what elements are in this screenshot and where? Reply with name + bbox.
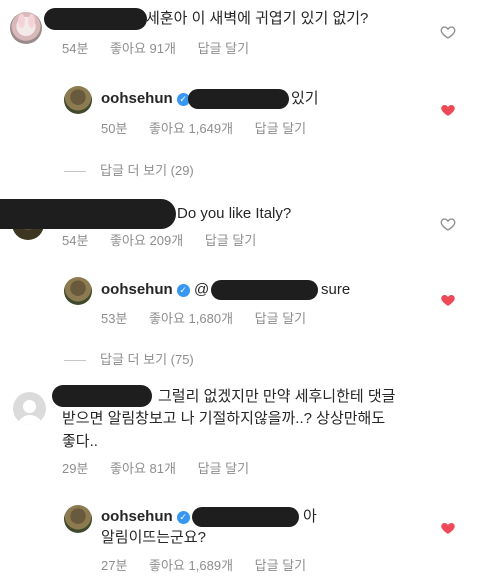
divider-line — [64, 360, 86, 362]
redacted-mention — [192, 507, 299, 527]
reply-time: 50분 — [101, 121, 128, 136]
comment-meta: 54분 좋아요 91개 답글 달기 — [62, 38, 267, 57]
default-avatar-icon[interactable] — [13, 392, 46, 425]
sehun-avatar[interactable] — [64, 86, 92, 114]
reply-time: 27분 — [101, 558, 128, 573]
reply-button[interactable]: 답글 달기 — [255, 121, 306, 136]
reply-button[interactable]: 답글 달기 — [205, 233, 256, 248]
reply-username[interactable]: oohsehun ✓ — [101, 88, 190, 109]
reply-button[interactable]: 답글 달기 — [255, 558, 306, 573]
reply-meta: 27분 좋아요 1,689개 답글 달기 — [101, 555, 324, 574]
commenter-avatar[interactable] — [10, 12, 42, 44]
reply-time: 53분 — [101, 311, 128, 326]
comment-likes[interactable]: 좋아요 91개 — [110, 41, 176, 56]
verified-badge-icon: ✓ — [176, 511, 190, 524]
comment-time: 29분 — [62, 461, 89, 476]
reply-likes[interactable]: 좋아요 1,689개 — [149, 558, 233, 573]
reply-meta: 50분 좋아요 1,649개 답글 달기 — [101, 118, 324, 137]
comment-meta: 29분 좋아요 81개 답글 달기 — [62, 458, 267, 477]
heart-outline-icon[interactable] — [440, 216, 456, 232]
divider-line — [64, 171, 86, 173]
redacted-mention — [211, 280, 318, 300]
redacted-mention — [188, 89, 289, 109]
comment-text: Do you like Italy? — [177, 205, 292, 222]
reply-mention[interactable]: @ — [194, 279, 209, 300]
verified-badge-icon: ✓ — [176, 284, 190, 297]
comment-meta: 54분 좋아요 209개 답글 달기 — [62, 230, 274, 249]
comment-text: 세훈아 이 새벽에 귀엽기 있기 없기? — [146, 10, 369, 27]
reply-username[interactable]: oohsehun ✓ — [101, 279, 190, 300]
comment-time: 54분 — [62, 41, 89, 56]
view-more-replies[interactable]: 답글 더 보기 (75) — [64, 349, 194, 368]
reply-text: 있기 — [291, 90, 319, 107]
comment-text-line1: 그럴리 없겠지만 만약 세후니한테 댓글 — [158, 388, 396, 405]
comment-time: 54분 — [62, 233, 89, 248]
reply-username[interactable]: oohsehun ✓ — [101, 506, 190, 527]
sehun-avatar[interactable] — [64, 505, 92, 533]
reply-button[interactable]: 답글 달기 — [198, 461, 249, 476]
sehun-avatar[interactable] — [64, 277, 92, 305]
comment-likes[interactable]: 좋아요 81개 — [110, 461, 176, 476]
reply-text-line2: 알림이뜨는군요? — [101, 529, 206, 546]
reply-button[interactable]: 답글 달기 — [198, 41, 249, 56]
heart-liked-icon[interactable] — [440, 520, 456, 536]
reply-meta: 53분 좋아요 1,680개 답글 달기 — [101, 308, 324, 327]
view-more-replies[interactable]: 답글 더 보기 (29) — [64, 160, 194, 179]
reply-button[interactable]: 답글 달기 — [255, 311, 306, 326]
comment-text-line3: 좋다.. — [62, 433, 98, 450]
redacted-username — [0, 199, 176, 229]
comment-text-line2: 받으면 알림창보고 나 기절하지않을까..? 상상만해도 — [62, 410, 386, 427]
heart-liked-icon[interactable] — [440, 102, 456, 118]
reply-likes[interactable]: 좋아요 1,680개 — [149, 311, 233, 326]
comment-likes[interactable]: 좋아요 209개 — [110, 233, 183, 248]
reply-likes[interactable]: 좋아요 1,649개 — [149, 121, 233, 136]
reply-text: sure — [321, 281, 351, 298]
redacted-username — [52, 385, 152, 407]
heart-outline-icon[interactable] — [440, 24, 456, 40]
reply-text-line1: 아 — [303, 508, 317, 525]
redacted-username — [44, 8, 147, 30]
heart-liked-icon[interactable] — [440, 292, 456, 308]
